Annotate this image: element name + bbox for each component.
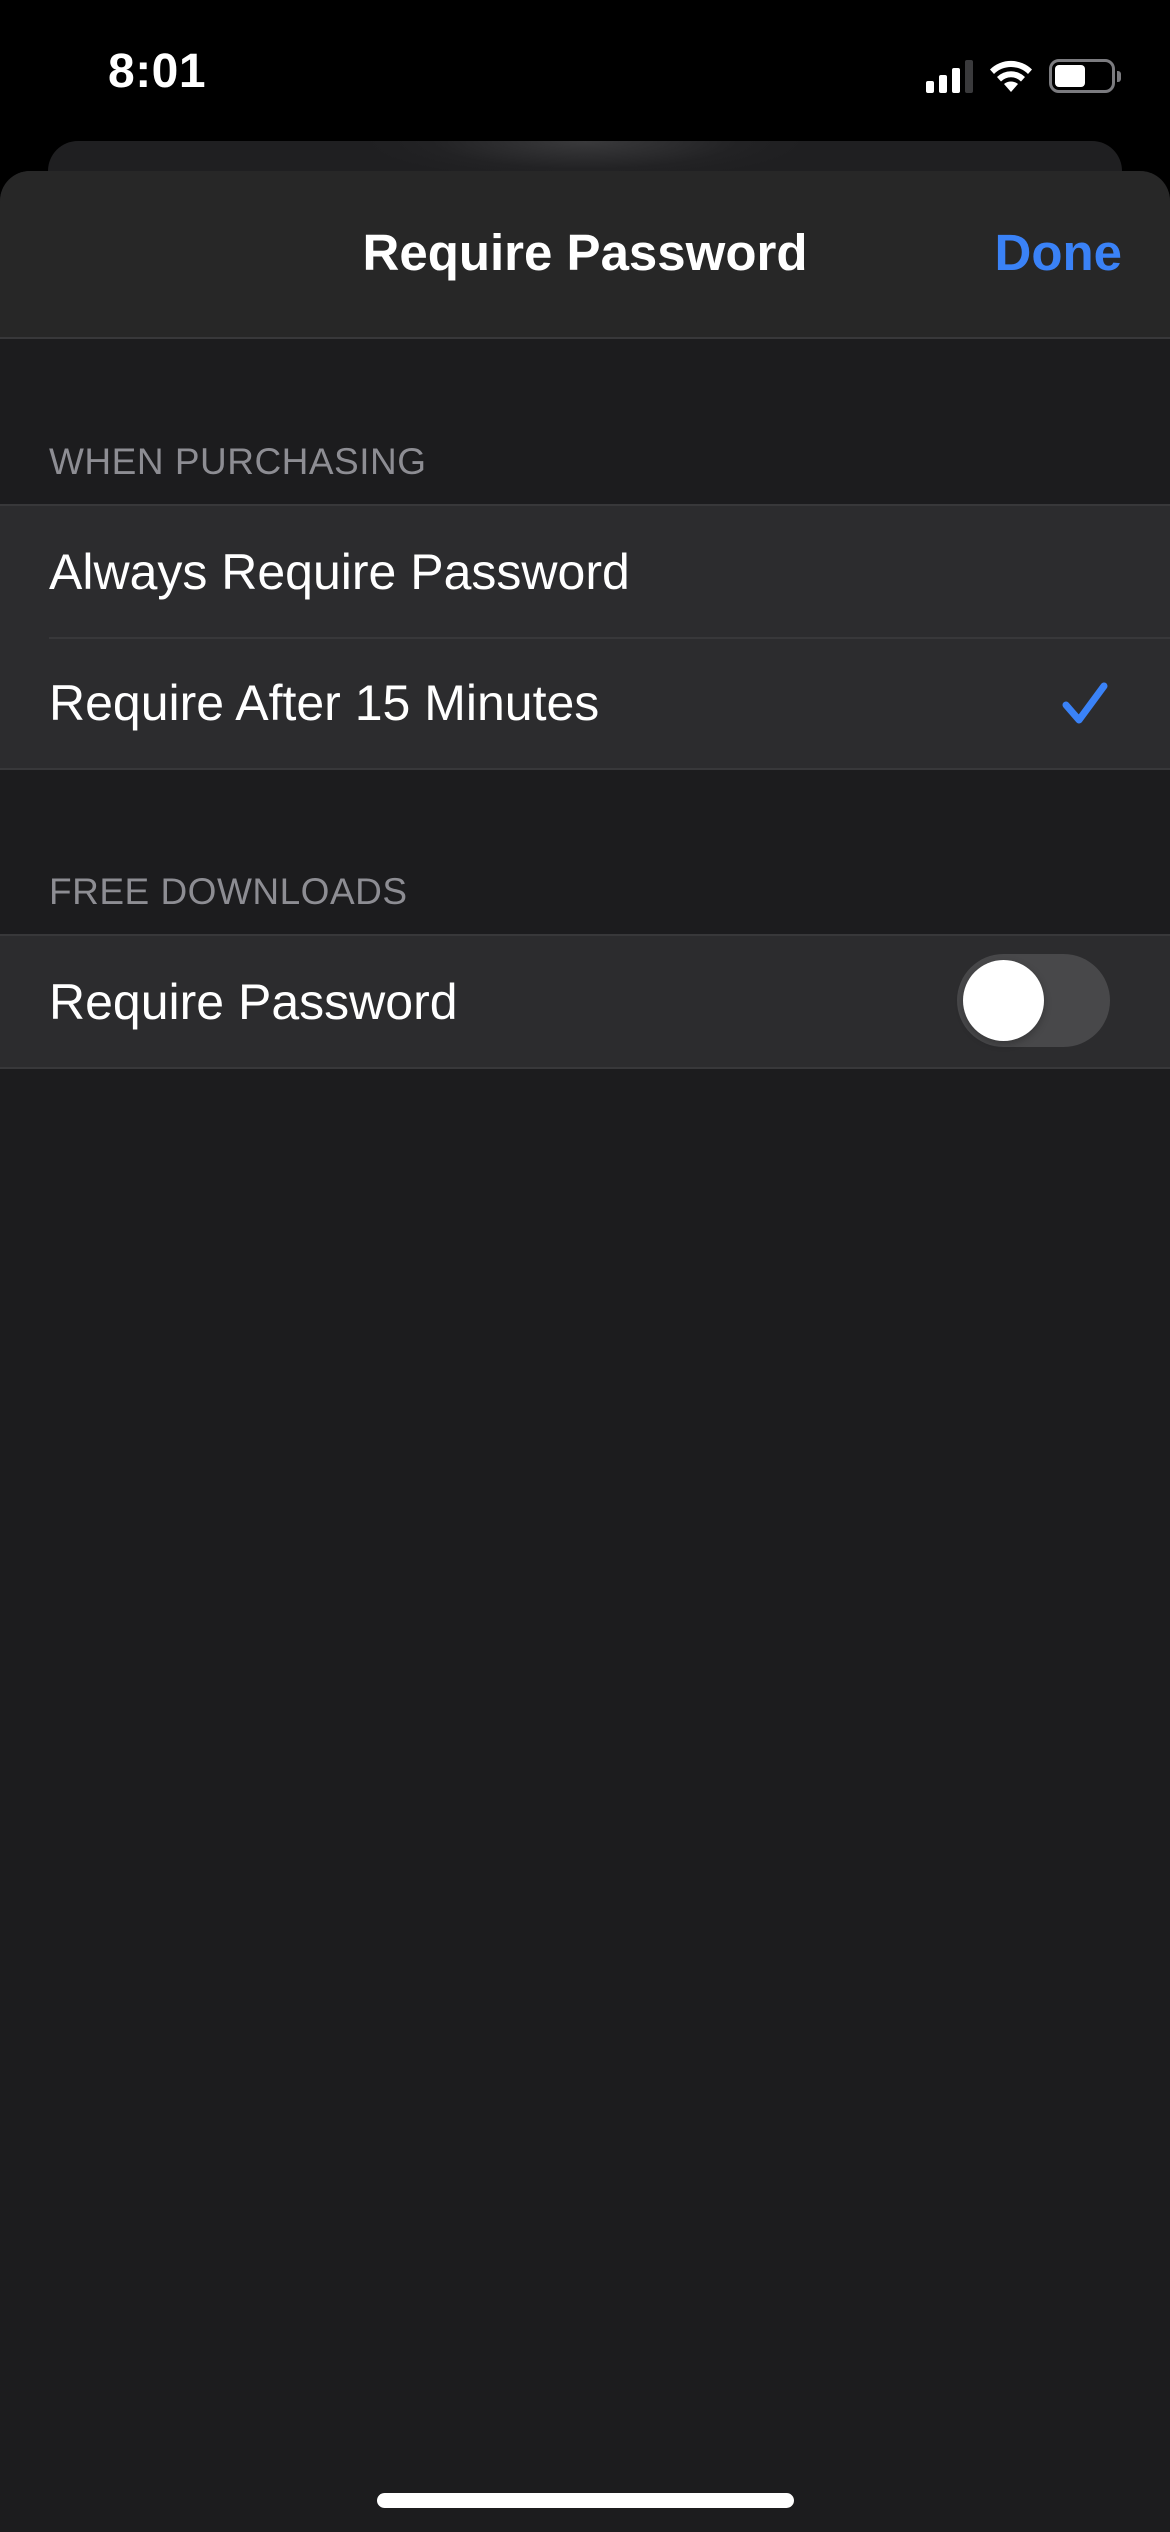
- option-label: Always Require Password: [49, 543, 630, 600]
- home-indicator[interactable]: [377, 2493, 794, 2508]
- option-label: Require After 15 Minutes: [49, 674, 600, 731]
- battery-level: [1055, 65, 1085, 87]
- status-icons: [926, 56, 1121, 96]
- require-password-row: Require Password: [0, 936, 1170, 1067]
- option-require-after-15-minutes[interactable]: Require After 15 Minutes: [0, 637, 1170, 768]
- free-downloads-group: Require Password: [0, 934, 1170, 1069]
- toggle-knob: [963, 960, 1044, 1041]
- status-time: 8:01: [108, 45, 207, 98]
- require-password-toggle[interactable]: [957, 954, 1110, 1047]
- battery-icon: [1049, 59, 1121, 93]
- done-button[interactable]: Done: [995, 223, 1123, 282]
- navigation-bar: Require Password Done: [0, 171, 1170, 339]
- when-purchasing-group: Always Require Password Require After 15…: [0, 504, 1170, 770]
- status-bar: 8:01: [0, 0, 1170, 140]
- checkmark-icon: [1062, 682, 1108, 724]
- modal-sheet: Require Password Done When Purchasing Al…: [0, 171, 1170, 2532]
- row-label: Require Password: [49, 973, 458, 1030]
- cellular-signal-icon: [926, 59, 973, 93]
- section-header-when-purchasing: When Purchasing: [49, 441, 427, 482]
- option-always-require-password[interactable]: Always Require Password: [0, 506, 1170, 637]
- wifi-icon: [990, 60, 1032, 92]
- section-header-free-downloads: Free Downloads: [49, 871, 408, 912]
